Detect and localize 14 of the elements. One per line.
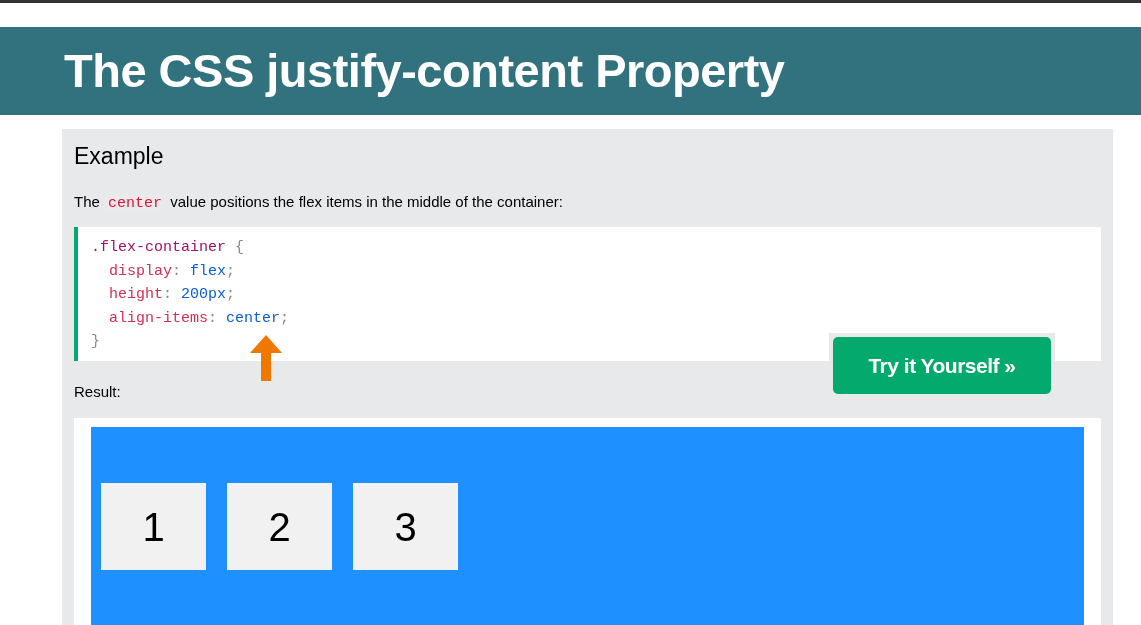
try-it-yourself-button[interactable]: Try it Yourself » [833, 337, 1051, 394]
flex-item: 3 [353, 483, 458, 570]
intro-text: The center value positions the flex items in the middle of the container: [74, 191, 564, 214]
arrow-icon [249, 335, 283, 381]
result-label: Result: [74, 382, 122, 402]
flex-item: 1 [101, 483, 206, 570]
code-line: .flex-container { [91, 238, 246, 258]
page-title: The CSS justify-content Property [64, 42, 785, 99]
code-line: height: 200px; [108, 285, 237, 305]
example-heading: Example [74, 142, 165, 171]
flex-item: 2 [227, 483, 332, 570]
code-line: display: flex; [108, 261, 237, 282]
code-line: } [91, 332, 101, 352]
code-line: align-items: center; [108, 308, 291, 329]
